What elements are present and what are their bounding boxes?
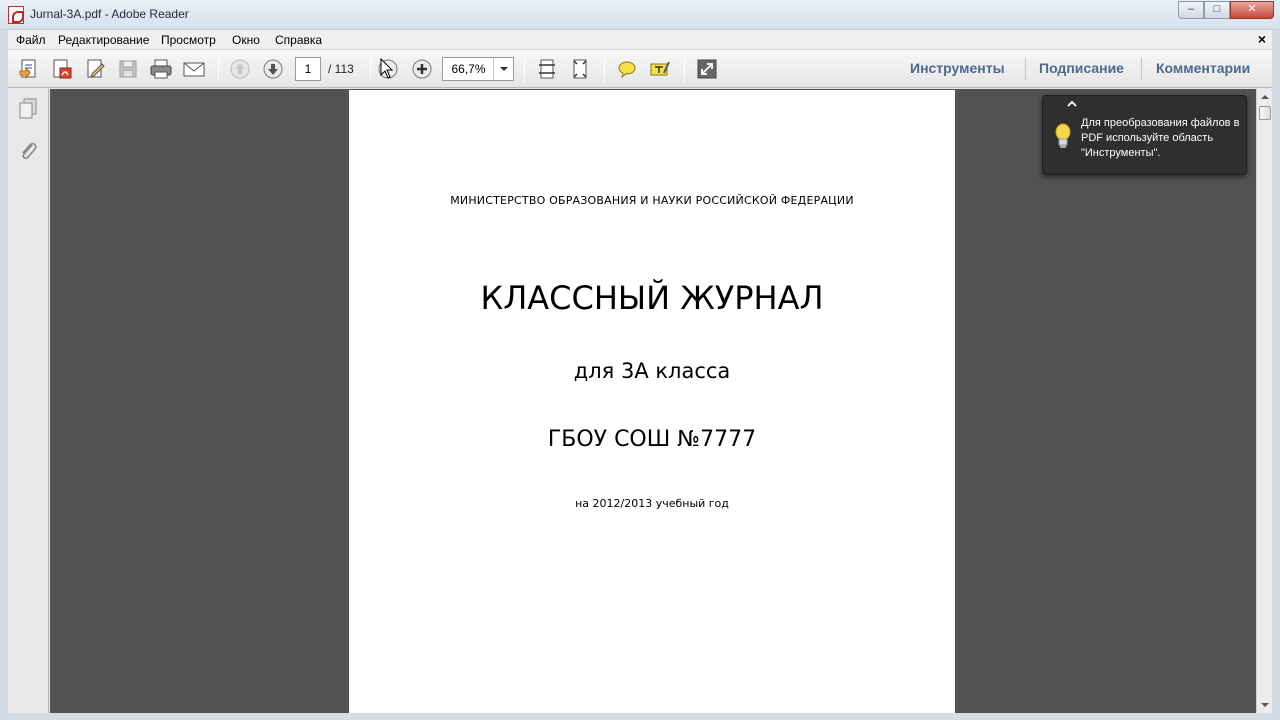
page-number-input[interactable]: 1 (295, 57, 321, 81)
tooltip-text: Для преобразования файлов в PDF использу… (1081, 117, 1240, 159)
page-total: / 113 (328, 62, 354, 76)
window-frame-left (0, 30, 8, 720)
tools-hint-tooltip: Для преобразования файлов в PDF использу… (1042, 95, 1247, 175)
ministry-heading: МИНИСТЕРСТВО ОБРАЗОВАНИЯ И НАУКИ РОССИЙС… (450, 194, 854, 207)
school-year: на 2012/2013 учебный год (575, 497, 729, 510)
tools-panel-link[interactable]: Инструменты (910, 60, 1005, 76)
edit-pdf-icon[interactable] (84, 57, 108, 81)
highlight-icon[interactable] (648, 57, 672, 81)
fit-width-icon[interactable] (568, 57, 592, 81)
menu-edit[interactable]: Редактирование (58, 33, 149, 47)
toolbar: 1 / 113 66,7% Инструменты Подписание Ком… (8, 50, 1272, 88)
scroll-down-icon[interactable] (1257, 697, 1273, 713)
comment-icon[interactable] (615, 57, 639, 81)
scrollbar-thumb[interactable] (1259, 106, 1271, 120)
collapse-chevron-icon[interactable] (1065, 98, 1079, 108)
document-close-button[interactable]: × (1258, 31, 1266, 47)
close-button[interactable]: ✕ (1230, 1, 1274, 19)
create-pdf-icon[interactable] (50, 57, 74, 81)
zoom-in-icon[interactable] (410, 57, 434, 81)
toolbar-separator (370, 56, 371, 82)
vertical-scrollbar[interactable] (1256, 89, 1272, 713)
minimize-button[interactable]: – (1178, 1, 1204, 19)
sign-panel-link[interactable]: Подписание (1039, 60, 1124, 76)
toolbar-separator (604, 56, 605, 82)
zoom-dropdown-icon[interactable] (493, 58, 513, 80)
panel-separator (1141, 58, 1142, 80)
maximize-button[interactable]: □ (1204, 1, 1230, 19)
full-screen-icon[interactable] (695, 57, 719, 81)
journal-title: КЛАССНЫЙ ЖУРНАЛ (480, 279, 824, 317)
previous-page-icon[interactable] (228, 57, 252, 81)
toolbar-separator (684, 56, 685, 82)
class-line: для 3А класса (573, 359, 731, 383)
school-name: ГБОУ СОШ №7777 (547, 427, 757, 452)
fit-page-icon[interactable] (535, 57, 559, 81)
attachments-icon[interactable] (17, 139, 39, 163)
document-view[interactable]: МИНИСТЕРСТВО ОБРАЗОВАНИЯ И НАУКИ РОССИЙС… (50, 89, 1256, 713)
zoom-value[interactable]: 66,7% (443, 58, 494, 80)
email-icon[interactable] (182, 57, 206, 81)
zoom-select[interactable]: 66,7% (442, 57, 514, 81)
title-bar: Jurnal-3A.pdf - Adobe Reader – □ ✕ (0, 0, 1280, 30)
window-frame-bottom (0, 713, 1280, 720)
page-thumbnails-icon[interactable] (17, 97, 39, 121)
panel-separator (1025, 58, 1026, 80)
next-page-icon[interactable] (261, 57, 285, 81)
scroll-up-icon[interactable] (1257, 89, 1273, 105)
mouse-cursor-icon (380, 57, 394, 83)
save-icon[interactable] (116, 57, 140, 81)
open-file-icon[interactable] (17, 57, 41, 81)
menu-help[interactable]: Справка (275, 33, 322, 47)
menu-view[interactable]: Просмотр (161, 33, 216, 47)
menu-file[interactable]: Файл (16, 33, 46, 47)
comment-panel-link[interactable]: Комментарии (1156, 60, 1250, 76)
menu-bar: Файл Редактирование Просмотр Окно Справк… (8, 30, 1272, 50)
navigation-pane (8, 89, 49, 713)
pdf-app-icon (8, 6, 24, 24)
window-title: Jurnal-3A.pdf - Adobe Reader (30, 7, 189, 21)
window-controls: – □ ✕ (1178, 1, 1274, 19)
pdf-page: МИНИСТЕРСТВО ОБРАЗОВАНИЯ И НАУКИ РОССИЙС… (349, 90, 955, 713)
toolbar-separator (218, 56, 219, 82)
menu-window[interactable]: Окно (232, 33, 260, 47)
lightbulb-icon (1053, 123, 1073, 154)
window-frame-right (1272, 30, 1280, 720)
print-icon[interactable] (149, 57, 173, 81)
toolbar-separator (524, 56, 525, 82)
